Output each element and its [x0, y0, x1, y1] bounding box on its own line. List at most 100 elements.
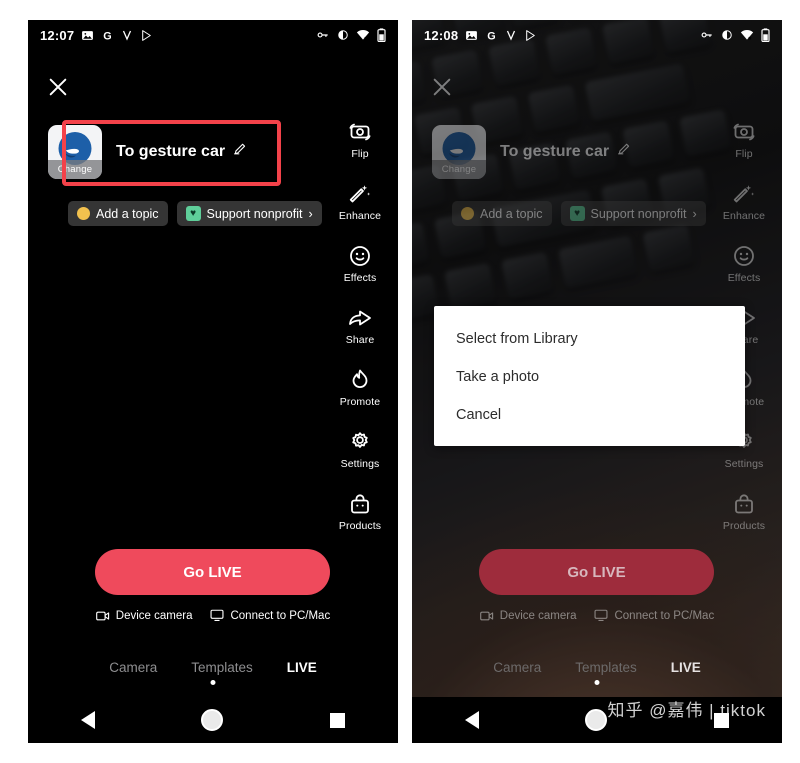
dialog-option-take-a-photo[interactable]: Take a photo — [434, 358, 745, 396]
shopping-bag-icon — [351, 494, 369, 514]
dialog-option-select-from-library[interactable]: Select from Library — [434, 320, 745, 358]
rail-item-enhance[interactable]: Enhance — [330, 182, 390, 222]
device-camera-icon — [95, 611, 109, 620]
photo-source-dialog: Select from Library Take a photo Cancel — [434, 306, 745, 446]
stream-thumbnail[interactable]: Change — [48, 125, 102, 179]
vpn-key-icon — [316, 28, 330, 42]
pencil-icon[interactable] — [616, 142, 631, 162]
battery-icon — [377, 28, 386, 42]
rail-label: Settings — [724, 458, 764, 470]
page-indicator-dot — [594, 680, 600, 685]
connect-pc-option[interactable]: Connect to PC/Mac — [210, 609, 330, 622]
tab-camera[interactable]: Camera — [109, 660, 157, 675]
tab-camera[interactable]: Camera — [493, 660, 541, 675]
v-app-icon — [121, 29, 133, 41]
back-icon[interactable] — [81, 711, 96, 729]
rail-item-share[interactable]: Share — [330, 306, 390, 346]
monitor-icon — [210, 609, 224, 621]
status-bar-right — [700, 28, 770, 42]
home-icon[interactable] — [201, 709, 224, 731]
back-icon[interactable] — [465, 711, 480, 729]
gear-icon — [352, 432, 368, 448]
tool-rail: Flip Enhance Effects Share Promote Setti… — [330, 120, 390, 532]
screenshot-stage: 12:07 G Change To gesture car Add a topi… — [0, 0, 800, 763]
close-button[interactable] — [47, 76, 69, 98]
left-phone-screen: 12:07 G Change To gesture car Add a topi… — [28, 20, 398, 743]
image-icon — [81, 29, 94, 42]
rail-label: Share — [345, 334, 375, 346]
close-button[interactable] — [431, 76, 453, 98]
stream-title-row[interactable]: Change To gesture car — [432, 125, 631, 179]
rail-item-products[interactable]: Products — [714, 492, 774, 532]
shopping-bag-icon — [735, 494, 753, 514]
support-nonprofit-chip[interactable]: ♥ Support nonprofit › — [176, 201, 322, 226]
stream-title-text: To gesture car — [116, 143, 226, 160]
rail-item-promote[interactable]: Promote — [330, 368, 390, 408]
support-nonprofit-label: Support nonprofit — [206, 206, 303, 221]
brightness-icon — [337, 29, 349, 41]
battery-icon — [761, 28, 770, 42]
go-live-button[interactable]: Go LIVE — [95, 549, 330, 595]
vpn-key-icon — [700, 28, 714, 42]
device-camera-option[interactable]: Device camera — [479, 609, 577, 622]
chevron-right-icon: › — [308, 206, 313, 221]
status-bar: 12:07 G — [28, 20, 398, 50]
rail-label: Flip — [351, 148, 369, 160]
rail-item-effects[interactable]: Effects — [714, 244, 774, 284]
add-topic-label: Add a topic — [96, 206, 159, 221]
google-g-icon: G — [101, 29, 114, 42]
rail-item-flip[interactable]: Flip — [330, 120, 390, 160]
svg-text:G: G — [488, 30, 496, 42]
add-topic-chip[interactable]: Add a topic — [452, 201, 552, 226]
tab-live[interactable]: LIVE — [671, 660, 701, 675]
google-g-icon: G — [485, 29, 498, 42]
rail-label: Enhance — [338, 210, 382, 222]
rail-item-enhance[interactable]: Enhance — [714, 182, 774, 222]
add-topic-chip[interactable]: Add a topic — [68, 201, 168, 226]
yellow-circle-icon — [461, 207, 474, 220]
device-camera-label: Device camera — [499, 609, 577, 622]
support-nonprofit-label: Support nonprofit — [590, 206, 687, 221]
rail-item-products[interactable]: Products — [330, 492, 390, 532]
device-camera-option[interactable]: Device camera — [95, 610, 192, 622]
rail-item-effects[interactable]: Effects — [330, 244, 390, 284]
chip-row: Add a topic ♥ Support nonprofit › — [68, 201, 322, 226]
tab-templates[interactable]: Templates — [575, 660, 637, 675]
connect-pc-option[interactable]: Connect to PC/Mac — [594, 609, 714, 622]
flip-camera-icon — [349, 123, 371, 141]
stream-thumbnail[interactable]: Change — [432, 125, 486, 179]
image-icon — [465, 29, 478, 42]
status-bar-right — [316, 28, 386, 42]
go-live-button[interactable]: Go LIVE — [479, 549, 714, 595]
rail-item-flip[interactable]: Flip — [714, 120, 774, 160]
watermark: 知乎 @嘉伟 | tiktok — [607, 701, 766, 720]
rail-label: Promote — [339, 396, 381, 408]
pencil-icon[interactable] — [232, 142, 247, 162]
stream-title[interactable]: To gesture car — [116, 142, 247, 162]
add-topic-label: Add a topic — [480, 206, 543, 221]
status-bar-left: 12:08 G — [424, 28, 537, 43]
rail-item-settings[interactable]: Settings — [330, 430, 390, 470]
stream-title[interactable]: To gesture car — [500, 142, 631, 162]
wifi-off-icon — [356, 29, 370, 41]
thumbnail-change-label: Change — [48, 160, 102, 179]
home-icon[interactable] — [585, 709, 608, 731]
right-phone-screen: 12:08 G Change To gesture car Add a topi… — [412, 20, 782, 743]
brightness-icon — [721, 29, 733, 41]
flip-camera-icon — [733, 123, 755, 141]
tab-live[interactable]: LIVE — [287, 660, 317, 675]
stream-title-row[interactable]: Change To gesture car — [48, 125, 247, 179]
play-store-icon — [524, 29, 537, 42]
flame-icon — [352, 369, 368, 388]
recents-icon[interactable] — [329, 712, 345, 728]
chip-row: Add a topic ♥ Support nonprofit › — [452, 201, 706, 226]
status-bar: 12:08 G — [412, 20, 782, 50]
svg-text:G: G — [104, 30, 112, 42]
v-app-icon — [505, 29, 517, 41]
status-bar-left: 12:07 G — [40, 28, 153, 43]
status-bar-clock: 12:08 — [424, 27, 459, 43]
dialog-option-cancel[interactable]: Cancel — [434, 396, 745, 434]
support-nonprofit-chip[interactable]: ♥ Support nonprofit › — [560, 201, 706, 226]
play-store-icon — [140, 29, 153, 42]
tab-templates[interactable]: Templates — [191, 660, 253, 675]
